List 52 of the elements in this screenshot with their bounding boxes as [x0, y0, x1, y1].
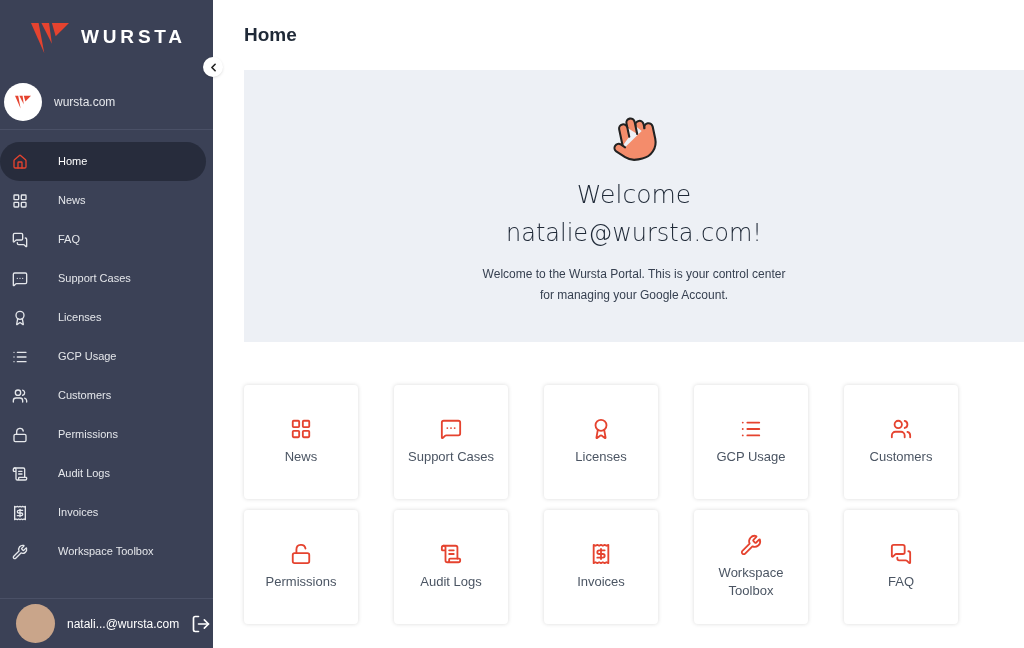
nav-item[interactable]: Home	[0, 142, 206, 181]
receipt-icon	[12, 504, 28, 521]
nav-item[interactable]: Workspace Toolbox	[0, 532, 206, 571]
scroll-icon	[12, 465, 28, 482]
page-title: Home	[244, 22, 297, 47]
unlocked-padlock-icon	[12, 426, 28, 443]
user-avatar	[16, 604, 55, 643]
welcome-email: natalie@wursta.com!	[506, 218, 762, 249]
grid-icon	[290, 418, 312, 440]
grid-icon	[12, 192, 28, 209]
shortcut-tile[interactable]: Audit Logs	[394, 510, 508, 624]
shortcut-tile[interactable]: Workspace Toolbox	[694, 510, 808, 624]
chat-bubbles-icon	[890, 543, 912, 565]
nav-item[interactable]: Audit Logs	[0, 454, 206, 493]
logout-icon	[191, 613, 212, 634]
logo-mark-icon	[15, 95, 31, 109]
user-email: natali...@wursta.com	[67, 615, 180, 633]
shortcut-tile[interactable]: Customers	[844, 385, 958, 499]
shortcut-tile[interactable]: Licenses	[544, 385, 658, 499]
nav-item[interactable]: News	[0, 181, 206, 220]
users-icon	[12, 387, 28, 404]
nav-item[interactable]: GCP Usage	[0, 337, 206, 376]
award-icon	[12, 309, 28, 326]
nav-item[interactable]: FAQ	[0, 220, 206, 259]
collapse-sidebar-button[interactable]	[203, 57, 223, 77]
receipt-icon	[590, 543, 612, 565]
shortcut-tile[interactable]: Invoices	[544, 510, 658, 624]
nav-item[interactable]: Customers	[0, 376, 206, 415]
org-name: wursta.com	[54, 94, 116, 111]
logo-mark-icon	[31, 21, 70, 54]
chat-bubbles-icon	[12, 231, 28, 248]
wrench-icon	[740, 534, 762, 556]
brand-name: WURSTA	[81, 25, 186, 50]
welcome-text: Welcome to the Wursta Portal. This is your control center for managing your Google Account.	[481, 266, 787, 304]
shortcut-tile[interactable]: GCP Usage	[694, 385, 808, 499]
message-icon	[440, 418, 462, 440]
shortcut-tile[interactable]: FAQ	[844, 510, 958, 624]
wrench-icon	[12, 543, 28, 560]
shortcut-tile[interactable]: Support Cases	[394, 385, 508, 499]
message-icon	[12, 270, 28, 287]
users-icon	[890, 418, 912, 440]
home-icon	[12, 153, 28, 170]
nav-item[interactable]: Support Cases	[0, 259, 206, 298]
nav-item[interactable]: Licenses	[0, 298, 206, 337]
nav-item[interactable]: Permissions	[0, 415, 206, 454]
scroll-icon	[440, 543, 462, 565]
logout-button[interactable]	[191, 613, 212, 634]
unlocked-padlock-icon	[290, 543, 312, 565]
welcome-heading: Welcome	[576, 179, 692, 211]
shortcut-tile[interactable]: News	[244, 385, 358, 499]
shortcut-tile[interactable]: Permissions	[244, 510, 358, 624]
nav-item[interactable]: Invoices	[0, 493, 206, 532]
